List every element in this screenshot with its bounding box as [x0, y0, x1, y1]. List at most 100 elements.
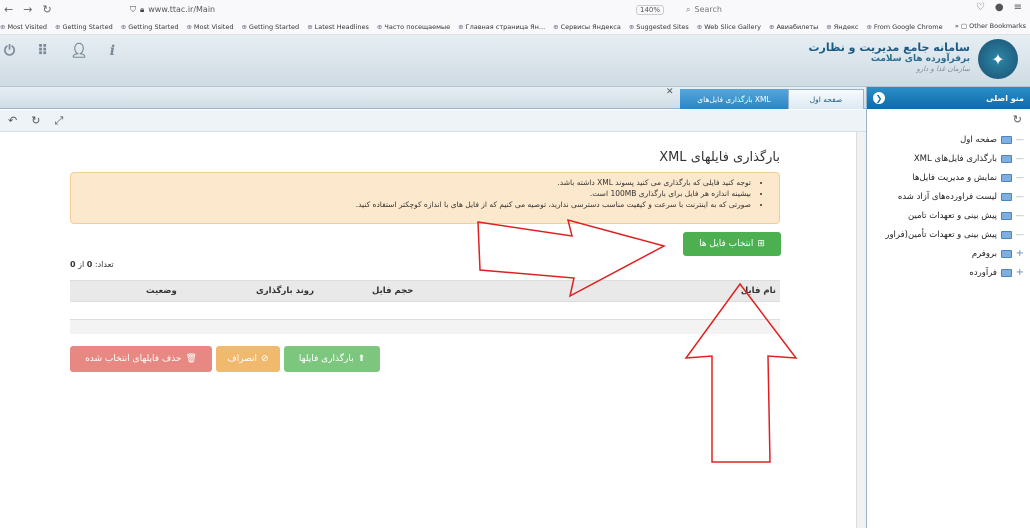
globe-icon: ⊕: [0, 22, 6, 31]
sidebar-item[interactable]: — لیست فراورده‌های آزاد شده: [867, 187, 1030, 206]
sidebar-item[interactable]: — بارگذاری فایل‌های XML: [867, 149, 1030, 168]
sidebar: ❯ منو اصلی ↻ — صفحه اول — بارگذاری فایل‌های…: [866, 87, 1030, 528]
sidebar-item[interactable]: — نمایش و مدیریت فایل‌ها: [867, 168, 1030, 187]
logo-caption: سازمان غذا و دارو: [916, 65, 970, 73]
file-count: تعداد: 0 از 0: [70, 260, 114, 269]
select-files-button[interactable]: ⊞ انتخاب فایل ها: [683, 232, 781, 256]
globe-icon: ⊕: [696, 22, 703, 31]
globe-icon: ⊕: [376, 22, 383, 31]
folder-icon: [1001, 249, 1012, 258]
pocket-icon[interactable]: ♡: [976, 2, 985, 13]
files-table-body: [70, 302, 780, 320]
bookmark-item[interactable]: ⊕ Часто посещаемые: [377, 23, 450, 31]
bookmark-item[interactable]: ⊕ Яндекс: [826, 23, 858, 31]
menu-icon[interactable]: ≡: [1014, 2, 1022, 13]
refresh-icon[interactable]: ↻: [1013, 113, 1022, 126]
globe-icon: ⊕: [553, 22, 559, 31]
folder-icon: [1001, 192, 1012, 201]
ban-icon: ⊘: [261, 354, 269, 364]
notice-box: توجه کنید فایلی که بارگذاری می کنید پسون…: [70, 172, 780, 224]
sidebar-item[interactable]: + بروفرم: [867, 244, 1030, 263]
user-icon[interactable]: 👤︎: [70, 43, 88, 59]
search-icon: ⌕: [686, 4, 691, 14]
upload-icon: ⬆: [357, 354, 366, 364]
bookmark-item[interactable]: ⊕ Latest Headlines: [307, 23, 369, 31]
main-content: بارگذاری فایلهای XML توجه کنید فایلی که …: [0, 132, 856, 528]
undo-icon[interactable]: ↶: [8, 114, 17, 127]
bookmark-item[interactable]: ⊕ Most Visited: [186, 23, 233, 31]
bookmark-item[interactable]: ⊕ Getting Started: [55, 23, 113, 31]
folder-icon: [1001, 135, 1012, 144]
bookmark-item[interactable]: ⊕ Getting Started: [241, 23, 299, 31]
notice-item: صورتی که به اینترنت با سرعت و کیفیت مناس…: [89, 199, 751, 210]
back-icon[interactable]: ←: [4, 3, 13, 16]
globe-icon: ⊕: [458, 22, 464, 31]
tree-line: —: [1015, 153, 1025, 164]
trash-icon: 🗑︎: [185, 354, 197, 364]
zoom-level[interactable]: 140%: [635, 4, 664, 15]
notice-item: توجه کنید فایلی که بارگذاری می کنید پسون…: [89, 177, 751, 188]
bookmark-item[interactable]: ⊕ Авиабилеты: [769, 23, 818, 31]
bookmark-item[interactable]: ⊕ Главная страница Ян...: [458, 23, 545, 31]
globe-icon: ⊕: [826, 22, 832, 31]
refresh-icon[interactable]: ↻: [31, 114, 40, 127]
fullscreen-icon[interactable]: ⤢: [54, 114, 63, 128]
bookmark-item[interactable]: ⊕ Сервисы Яндекса: [553, 23, 621, 31]
collapse-icon[interactable]: ❯: [873, 92, 885, 104]
file-add-icon: ⊞: [757, 239, 765, 249]
tree-line: —: [1015, 172, 1025, 183]
expand-icon[interactable]: +: [1016, 267, 1024, 278]
folder-icon: [1001, 211, 1012, 220]
info-icon[interactable]: i: [110, 43, 115, 59]
tree-line: —: [1015, 134, 1025, 145]
globe-icon: ⊕: [241, 22, 247, 31]
shield-icon: ⛉: [130, 4, 136, 14]
cancel-button[interactable]: ⊘ انصراف: [216, 346, 280, 372]
folder-icon: [1001, 154, 1012, 163]
grid-icon[interactable]: ⠿: [37, 43, 48, 59]
folder-icon: [1001, 230, 1012, 239]
scrollbar[interactable]: [856, 132, 866, 528]
sidebar-item[interactable]: — پیش بینی و تعهدات تأمین(فراور: [867, 225, 1030, 244]
content-toolbar: ↶ ↻ ⤢: [0, 110, 866, 132]
expand-icon[interactable]: +: [1016, 248, 1024, 259]
forward-icon[interactable]: →: [23, 3, 32, 16]
app-header: ⏻ ⠿ 👤︎ i سامانه جامع مدیریت و نظارت برفر…: [0, 35, 1030, 87]
col-status: وضعیت: [146, 286, 177, 296]
col-progress: روند بارگذاری: [256, 286, 314, 296]
bookmark-item[interactable]: ⊕ From Google Chrome: [866, 23, 942, 31]
bookmark-item[interactable]: ⊕ Suggested Sites: [629, 23, 689, 31]
globe-icon: ⊕: [186, 22, 192, 31]
sidebar-item[interactable]: + فرآورده: [867, 263, 1030, 282]
globe-icon: ⊕: [628, 22, 635, 31]
app-title: سامانه جامع مدیریت و نظارت: [808, 41, 970, 54]
sidebar-header: ❯ منو اصلی: [867, 87, 1030, 109]
folder-icon: [1001, 173, 1012, 182]
address-bar[interactable]: ⛉ 🔒︎ www.ttac.ir/Main 140%: [130, 2, 672, 17]
tab-xml-upload[interactable]: بارگذاری فایل‌های XML: [680, 89, 788, 109]
power-icon[interactable]: ⏻: [4, 43, 15, 59]
lock-icon: 🔒︎: [140, 4, 145, 14]
tree-line: —: [1015, 191, 1025, 202]
bookmark-item[interactable]: ⊕ Web Slice Gallery: [697, 23, 761, 31]
reload-icon[interactable]: ↻: [42, 3, 51, 16]
tree-line: —: [1015, 229, 1025, 240]
account-icon[interactable]: ●: [995, 2, 1004, 13]
delete-selected-button[interactable]: 🗑︎ حذف فایلهای انتخاب شده: [70, 346, 212, 372]
page-title: بارگذاری فایلهای XML: [659, 150, 780, 165]
folder-icon: [1001, 268, 1012, 277]
globe-icon: ⊕: [55, 22, 61, 31]
upload-files-button[interactable]: ⬆ بارگذاری فایلها: [284, 346, 380, 372]
browser-search-input[interactable]: ⌕ Search: [680, 2, 908, 17]
tabs-bar: ✕ بارگذاری فایل‌های XML صفحه اول: [0, 87, 866, 109]
sidebar-item[interactable]: — صفحه اول: [867, 130, 1030, 149]
bookmark-item[interactable]: ⊕ Getting Started: [121, 23, 179, 31]
close-icon[interactable]: ✕: [666, 87, 674, 97]
url-text: www.ttac.ir/Main: [148, 5, 216, 14]
tree-line: —: [1015, 210, 1025, 221]
other-bookmarks[interactable]: » ▢ Other Bookmarks: [955, 22, 1026, 30]
sidebar-item[interactable]: — پیش بینی و تعهدات تامین: [867, 206, 1030, 225]
col-filesize: حجم فایل: [372, 286, 414, 296]
tab-home[interactable]: صفحه اول: [788, 89, 864, 109]
bookmark-item[interactable]: ⊕ Most Visited: [0, 23, 47, 31]
